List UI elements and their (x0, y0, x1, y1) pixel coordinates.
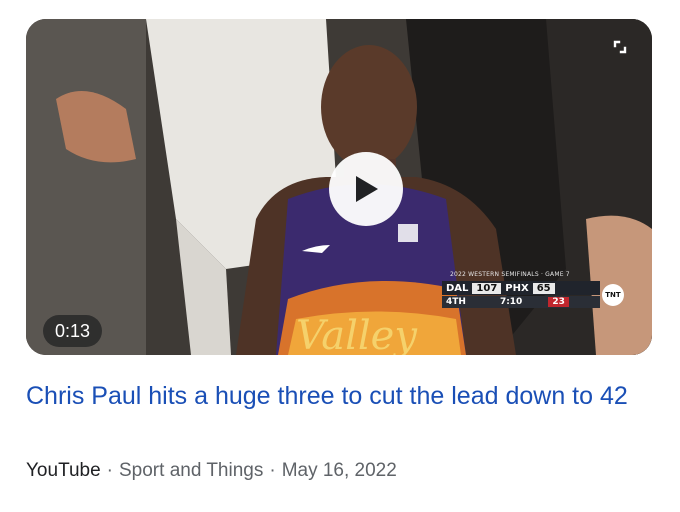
meta-separator: · (106, 460, 113, 481)
publish-date: May 16, 2022 (281, 460, 397, 481)
scorebug-teams-row: DAL 107 PHX 65 (442, 281, 600, 295)
expand-button[interactable] (610, 37, 630, 57)
quarter-label: 4TH (446, 297, 466, 307)
result-title-link[interactable]: Chris Paul hits a huge three to cut the … (26, 378, 656, 414)
video-thumbnail[interactable]: Valley 2022 WESTERN SEMIFINALS · GAME 7 … (26, 19, 652, 355)
play-icon (356, 176, 378, 202)
scorebug-clock-row: 4TH 7:10 23 (442, 296, 600, 308)
scorebug-overlay: 2022 WESTERN SEMIFINALS · GAME 7 DAL 107… (420, 271, 624, 313)
series-label: 2022 WESTERN SEMIFINALS · GAME 7 (450, 271, 570, 278)
duration-badge: 0:13 (43, 315, 103, 347)
channel-name: Sport and Things (119, 460, 264, 481)
home-score: 65 (532, 282, 555, 294)
game-clock: 7:10 (499, 297, 523, 307)
home-team: PHX (505, 282, 529, 294)
away-score: 107 (472, 282, 502, 294)
result-meta: YouTube · Sport and Things · May 16, 2022 (26, 458, 397, 484)
source-name: YouTube (26, 460, 101, 481)
meta-separator: · (269, 460, 276, 481)
network-logo: TNT (602, 284, 624, 306)
svg-text:Valley: Valley (296, 313, 418, 355)
away-team: DAL (446, 282, 469, 294)
expand-icon (613, 40, 627, 54)
play-button[interactable] (329, 152, 403, 226)
shot-clock: 23 (548, 297, 569, 307)
